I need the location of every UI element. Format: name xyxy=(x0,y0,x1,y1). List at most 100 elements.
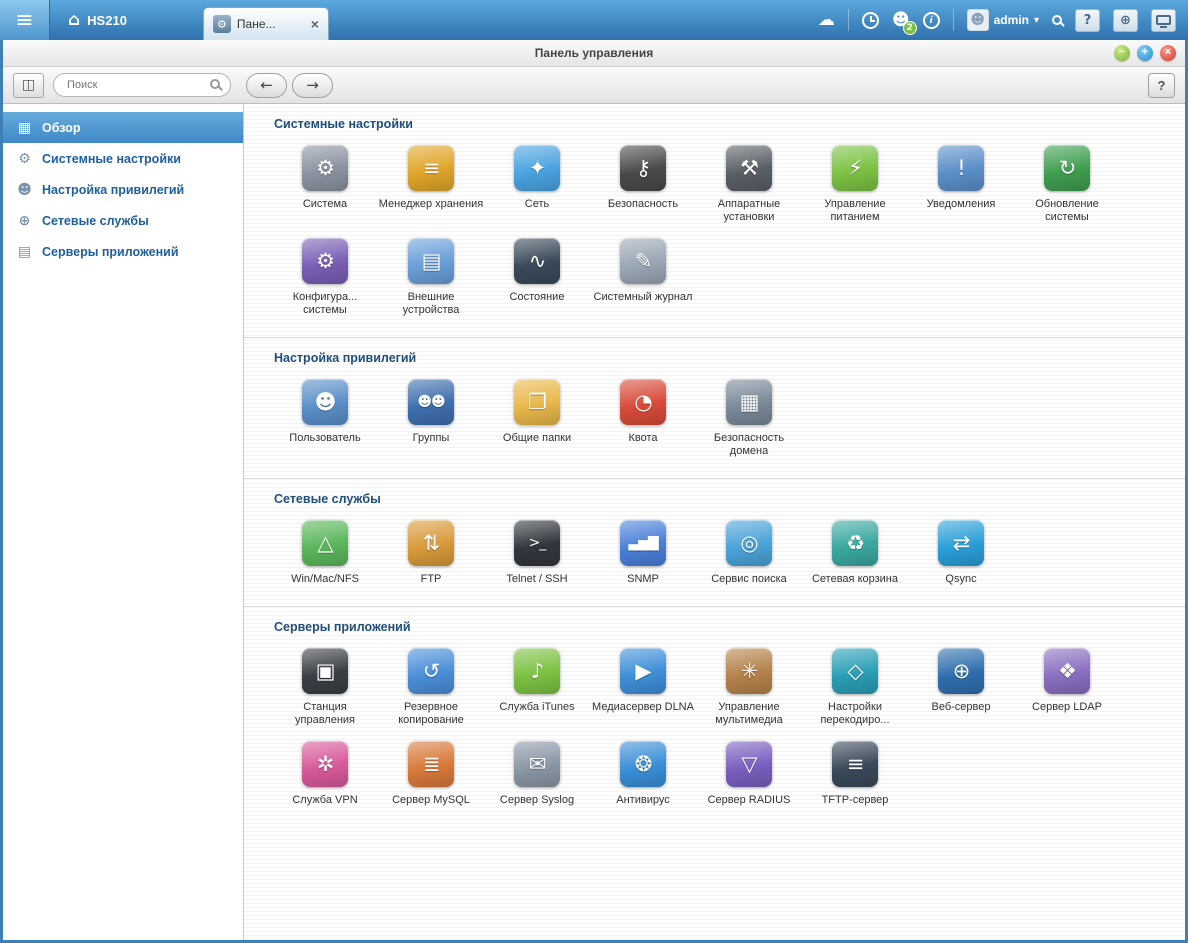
app-icon-glyph: ⚙ xyxy=(316,249,335,273)
app-item[interactable]: ⇄ Qsync xyxy=(908,520,1014,586)
app-icon-glyph: ❐ xyxy=(528,390,547,414)
app-item[interactable]: ▦ Безопасность домена xyxy=(696,379,802,458)
app-item[interactable]: ▽ Сервер RADIUS xyxy=(696,741,802,807)
app-item[interactable]: △ Win/Mac/NFS xyxy=(272,520,378,586)
search-icon xyxy=(1052,15,1062,25)
app-item[interactable]: >_ Telnet / SSH xyxy=(484,520,590,586)
tab-close-icon[interactable]: × xyxy=(311,16,319,32)
app-item[interactable]: ⊕ Веб-сервер xyxy=(908,648,1014,727)
overview-grid-icon: ▦ xyxy=(17,119,32,136)
sidebar-item[interactable]: ⊕ Сетевые службы xyxy=(3,205,243,236)
sidebar-item-label: Настройка привилегий xyxy=(42,182,185,197)
app-item[interactable]: ☻☻ Группы xyxy=(378,379,484,458)
app-item[interactable]: ▣ Станция управления xyxy=(272,648,378,727)
app-item[interactable]: ⇅ FTP xyxy=(378,520,484,586)
device-home-button[interactable]: ⌂ HS210 xyxy=(50,0,145,40)
app-item-label: Общие папки xyxy=(502,432,572,444)
sidebar-item[interactable]: ▦ Обзор xyxy=(3,112,243,143)
app-item[interactable]: ≡ TFTP-сервер xyxy=(802,741,908,807)
app-item-label: Квота xyxy=(628,432,658,444)
app-item[interactable]: ❖ Сервер LDAP xyxy=(1014,648,1120,727)
sidebar-item[interactable]: ☻ Настройка привилегий xyxy=(3,174,243,205)
app-icon-glyph: ✉ xyxy=(528,752,547,776)
app-item[interactable]: ☻ Пользователь xyxy=(272,379,378,458)
global-search-button[interactable] xyxy=(1052,15,1062,25)
window-titlebar[interactable]: Панель управления − + × xyxy=(3,40,1185,67)
external-device-icon: ▤ xyxy=(408,238,454,284)
app-item[interactable]: ◎ Сервис поиска xyxy=(696,520,802,586)
app-item[interactable]: ▃▅▇ SNMP xyxy=(590,520,696,586)
sidebar-item[interactable]: ▤ Серверы приложений xyxy=(3,236,243,267)
app-item[interactable]: ❂ Антивирус xyxy=(590,741,696,807)
section-title: Системные настройки xyxy=(274,117,413,131)
app-item[interactable]: ⚙ Конфигура... системы xyxy=(272,238,378,317)
app-item[interactable]: ✦ Сеть xyxy=(484,145,590,224)
app-item[interactable]: ∿ Состояние xyxy=(484,238,590,317)
language-button[interactable]: ⊕ xyxy=(1113,8,1138,32)
user-menu[interactable]: ☻ admin ▾ xyxy=(966,9,1039,31)
app-item[interactable]: ⚙ Система xyxy=(272,145,378,224)
app-item[interactable]: ! Уведомления xyxy=(908,145,1014,224)
app-item[interactable]: ↻ Обновление системы xyxy=(1014,145,1120,224)
backup-icon: ↺ xyxy=(408,648,454,694)
app-item[interactable]: ✎ Системный журнал xyxy=(590,238,696,317)
app-icon-glyph: ⇅ xyxy=(422,531,441,555)
toolbar-help-button[interactable]: ? xyxy=(1148,72,1175,98)
search-input[interactable] xyxy=(67,76,207,94)
app-item[interactable]: ♻ Сетевая корзина xyxy=(802,520,908,586)
app-icon-glyph: ▤ xyxy=(421,249,442,273)
sidebar-item[interactable]: ⚙ Системные настройки xyxy=(3,143,243,174)
app-item[interactable]: ✳ Управление мультимедиа xyxy=(696,648,802,727)
help-button[interactable]: ? xyxy=(1075,8,1100,32)
app-icon-glyph: ❂ xyxy=(634,752,653,776)
app-item[interactable]: ✲ Служба VPN xyxy=(272,741,378,807)
forward-button[interactable]: → xyxy=(292,72,333,98)
app-icon-glyph: ♪ xyxy=(530,659,544,683)
app-icon-glyph: ♻ xyxy=(846,531,865,555)
app-item[interactable]: ◇ Настройки перекодиро... xyxy=(802,648,908,727)
app-item[interactable]: ◔ Квота xyxy=(590,379,696,458)
mysql-server-icon: ≣ xyxy=(408,741,454,787)
app-item[interactable]: ⚡ Управление питанием xyxy=(802,145,908,224)
app-item-label: Сетевая корзина xyxy=(811,573,898,585)
close-button[interactable]: × xyxy=(1160,45,1176,61)
system-logs-icon: ✎ xyxy=(620,238,666,284)
app-item-label: FTP xyxy=(420,573,442,585)
app-item-label: Группы xyxy=(412,432,450,444)
tab-control-panel[interactable]: ⚙ Пане... × xyxy=(202,7,329,40)
dlna-server-icon: ▶ xyxy=(620,648,666,694)
network-icon: ✦ xyxy=(514,145,560,191)
myqnapcloud-button[interactable]: ☁ xyxy=(818,10,835,30)
app-icon-glyph: ❖ xyxy=(1058,659,1077,683)
app-grid: ▣ Станция управления ↺ Резервное копировани… xyxy=(272,648,1177,821)
system-settings-icon: ⚙ xyxy=(302,145,348,191)
back-button[interactable]: ← xyxy=(246,72,287,98)
app-item[interactable]: ↺ Резервное копирование xyxy=(378,648,484,727)
minimize-button[interactable]: − xyxy=(1114,45,1130,61)
app-item[interactable]: ≣ Сервер MySQL xyxy=(378,741,484,807)
app-icon-glyph: ✦ xyxy=(528,156,547,180)
web-server-icon: ⊕ xyxy=(938,648,984,694)
app-item[interactable]: ✉ Сервер Syslog xyxy=(484,741,590,807)
app-item[interactable]: ▶ Медиасервер DLNA xyxy=(590,648,696,727)
notifications-info-button[interactable]: i xyxy=(922,11,940,29)
app-item-label: Настройки перекодиро... xyxy=(820,701,890,726)
app-item[interactable]: ≡ Менеджер хранения xyxy=(378,145,484,224)
app-item-label: Системный журнал xyxy=(593,291,693,303)
app-item[interactable]: ❐ Общие папки xyxy=(484,379,590,458)
app-item[interactable]: ▤ Внешние устройства xyxy=(378,238,484,317)
online-users-button[interactable]: ☻ 2 xyxy=(892,10,917,35)
app-icon-glyph: ≡ xyxy=(422,156,441,180)
app-item[interactable]: ⚒ Аппаратные установки xyxy=(696,145,802,224)
app-item-label: Безопасность xyxy=(607,198,679,210)
main-menu-button[interactable]: ≡ xyxy=(0,0,50,40)
background-tasks-button[interactable] xyxy=(861,11,879,29)
sidebar-toggle-button[interactable]: ◫ xyxy=(13,72,44,98)
app-item[interactable]: ⚷ Безопасность xyxy=(590,145,696,224)
desktop-switch-button[interactable] xyxy=(1151,8,1176,32)
app-item-label: Станция управления xyxy=(295,701,355,726)
maximize-button[interactable]: + xyxy=(1137,45,1153,61)
app-item[interactable]: ♪ Служба iTunes xyxy=(484,648,590,727)
app-item-label: Аппаратные установки xyxy=(717,198,781,223)
app-item-label: Веб-сервер xyxy=(931,701,991,713)
